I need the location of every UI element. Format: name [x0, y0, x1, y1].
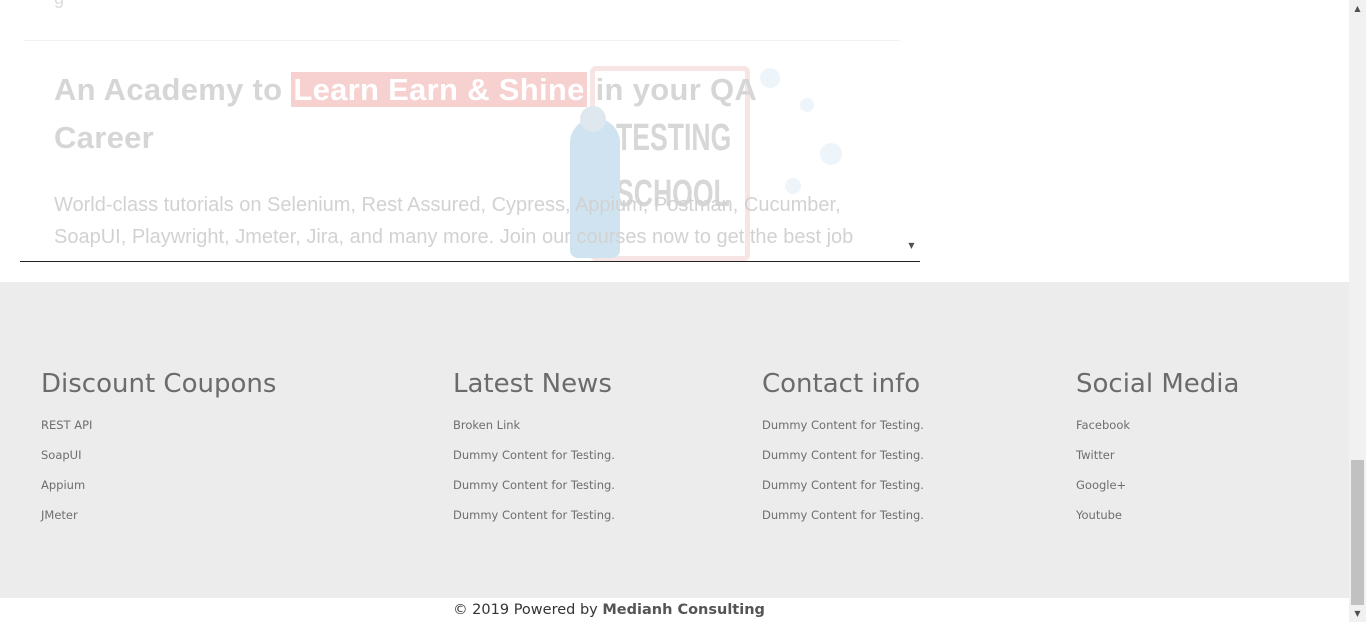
- copyright: © 2019 Powered by Medianh Consulting: [0, 599, 1218, 621]
- footer-link-youtube[interactable]: Youtube: [1076, 500, 1239, 530]
- footer-column-latest-news: Latest News Broken Link Dummy Content fo…: [453, 366, 615, 530]
- footer-link-list: Broken Link Dummy Content for Testing. D…: [453, 410, 615, 530]
- hero-description: World-class tutorials on Selenium, Rest …: [54, 194, 854, 248]
- footer-link[interactable]: Dummy Content for Testing.: [762, 410, 924, 440]
- footer-link[interactable]: REST API: [41, 410, 276, 440]
- iframe-content: g TESTING SCHOOL An Academy to Learn Ear…: [20, 0, 900, 261]
- courses-iframe[interactable]: g TESTING SCHOOL An Academy to Learn Ear…: [20, 0, 920, 262]
- footer-link-google-plus[interactable]: Google+: [1076, 470, 1239, 500]
- footer-link[interactable]: SoapUI: [41, 440, 276, 470]
- footer-column-contact-info: Contact info Dummy Content for Testing. …: [762, 366, 924, 530]
- footer-link-list: Dummy Content for Testing. Dummy Content…: [762, 410, 924, 530]
- page: g TESTING SCHOOL An Academy to Learn Ear…: [0, 0, 1366, 622]
- footer-link-twitter[interactable]: Twitter: [1076, 440, 1239, 470]
- footer-link[interactable]: Dummy Content for Testing.: [762, 440, 924, 470]
- footer-column-title: Contact info: [762, 369, 921, 399]
- triangle-up-icon[interactable]: ▲: [1349, 0, 1366, 17]
- footer-column-title: Discount Coupons: [41, 369, 277, 399]
- brand-link[interactable]: Medianh Consulting: [602, 602, 765, 618]
- hero-heading: An Academy to Learn Earn & Shine in your…: [54, 66, 834, 162]
- hero-heading-highlight: Learn Earn & Shine: [291, 72, 587, 107]
- footer-column-discount-coupons: Discount Coupons REST API SoapUI Appium …: [41, 366, 276, 530]
- footer-column-social-media: Social Media Facebook Twitter Google+ Yo…: [1076, 366, 1239, 530]
- footer-link-facebook[interactable]: Facebook: [1076, 410, 1239, 440]
- footer-link-list: REST API SoapUI Appium JMeter: [41, 410, 276, 530]
- page-scrollbar[interactable]: ▲ ▼: [1349, 0, 1366, 622]
- triangle-down-icon[interactable]: ▼: [1349, 605, 1366, 622]
- footer-link-list: Facebook Twitter Google+ Youtube: [1076, 410, 1239, 530]
- copyright-text: © 2019 Powered by: [453, 602, 603, 618]
- footer-link[interactable]: Dummy Content for Testing.: [453, 500, 615, 530]
- iframe-scrollbar[interactable]: ▼: [903, 0, 920, 261]
- footer-column-title: Latest News: [453, 369, 612, 399]
- footer-column-title: Social Media: [1076, 369, 1240, 399]
- triangle-down-icon[interactable]: ▼: [903, 241, 920, 251]
- footer-link[interactable]: Dummy Content for Testing.: [453, 470, 615, 500]
- cut-off-text: g: [54, 0, 64, 9]
- footer-link[interactable]: Dummy Content for Testing.: [453, 440, 615, 470]
- footer-link[interactable]: Dummy Content for Testing.: [762, 500, 924, 530]
- footer-link[interactable]: JMeter: [41, 500, 276, 530]
- footer-link[interactable]: Dummy Content for Testing.: [762, 470, 924, 500]
- footer-link[interactable]: Broken Link: [453, 410, 615, 440]
- footer: Discount Coupons REST API SoapUI Appium …: [0, 282, 1349, 598]
- scrollbar-thumb[interactable]: [1351, 460, 1364, 605]
- hero-heading-start: An Academy to: [54, 72, 292, 107]
- section-divider: [24, 40, 900, 41]
- footer-link[interactable]: Appium: [41, 470, 276, 500]
